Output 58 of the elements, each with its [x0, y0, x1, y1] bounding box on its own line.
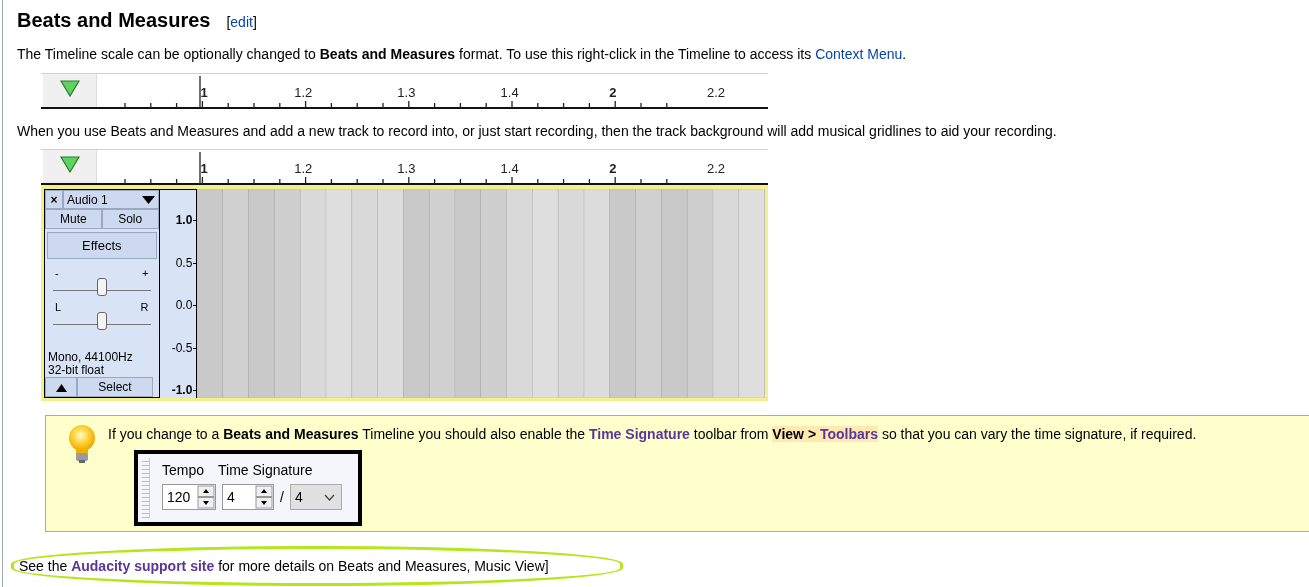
tempo-field[interactable]: 120 — [162, 484, 216, 510]
gain-min-label: - — [55, 266, 59, 282]
mute-button[interactable]: Mute — [45, 209, 102, 229]
track-format-text: Mono, 44100Hz — [48, 351, 134, 364]
time-signature-label: Time Signature — [218, 461, 313, 480]
effects-button[interactable]: Effects — [47, 232, 157, 260]
beats-per-measure-field[interactable]: 4 — [222, 484, 274, 510]
slider-thumb[interactable] — [96, 311, 107, 330]
separator-text: / — [280, 487, 284, 507]
section-heading: Beats and Measures — [17, 8, 211, 32]
ruler-label: 2 — [609, 84, 617, 102]
play-button[interactable] — [43, 150, 97, 183]
ruler-label: 1 — [200, 160, 208, 178]
link[interactable]: Audacity support site — [71, 558, 215, 574]
slider-thumb[interactable] — [96, 278, 107, 297]
toolbar-grip[interactable] — [142, 458, 150, 518]
spin-arrows-icon — [197, 485, 215, 509]
pan-left-label: L — [55, 299, 62, 315]
play-triangle-icon — [59, 156, 80, 173]
menu-path-link[interactable]: View > Toolbars — [772, 426, 879, 442]
collapse-arrow-icon — [55, 383, 67, 392]
ruler-label: 1.2 — [294, 160, 313, 178]
ruler-label: 1.2 — [294, 84, 313, 102]
select-button[interactable]: Select — [77, 377, 153, 397]
ruler-label: 1.4 — [500, 84, 519, 102]
spin-arrows-icon — [255, 485, 273, 509]
ruler-label: 1.3 — [397, 160, 416, 178]
ruler-label: 1.4 — [500, 160, 519, 178]
ruler-label: 2.2 — [706, 160, 726, 178]
track-format-text: 32-bit float — [48, 364, 106, 377]
play-triangle-icon — [59, 80, 80, 97]
scale-label: 0.0 — [175, 297, 193, 314]
paragraph: The Timeline scale can be optionally changed to Beats and Measures format. To use this right-click in the Timeline to access its Context Menu. — [17, 45, 908, 64]
ruler-label: 2.2 — [706, 84, 726, 102]
dropdown-caret-icon — [141, 195, 155, 204]
footer-text: See the Audacity support site for more details on Beats and Measures, Music View] — [19, 557, 550, 576]
gain-max-label: + — [142, 266, 149, 282]
scale-label: 1.0 — [175, 212, 193, 229]
ruler-label: 1 — [200, 84, 208, 102]
scale-label: 0.5 — [175, 254, 193, 272]
tempo-label: Tempo — [162, 461, 205, 480]
ruler-label: 1.3 — [397, 84, 416, 102]
collapse-button[interactable] — [45, 377, 77, 397]
scale-label: -0.5 — [171, 339, 193, 357]
link[interactable]: Time Signature — [589, 426, 690, 442]
edit-link[interactable]: [edit] — [226, 12, 257, 33]
tip-text: If you change to a Beats and Measures Timeline you should also enable the Time Signature toolbar from View > Toolbars so that you can vary the time signature, if required. — [108, 425, 1197, 444]
play-button[interactable] — [43, 74, 97, 107]
solo-button[interactable]: Solo — [101, 209, 159, 229]
track-name-menu[interactable]: Audio 1 — [63, 190, 159, 209]
scale-label: -1.0 — [171, 382, 193, 399]
close-button[interactable]: × — [45, 190, 63, 209]
lightbulb-icon — [66, 424, 98, 464]
pan-right-label: R — [140, 299, 149, 315]
beat-value-dropdown[interactable]: 4 — [289, 484, 342, 510]
paragraph: When you use Beats and Measures and add a new track to record into, or just start recording, then the track background will add musical gridlines to aid your recording. — [17, 122, 1058, 141]
ruler-label: 2 — [609, 160, 617, 178]
chevron-down-icon — [323, 493, 335, 501]
